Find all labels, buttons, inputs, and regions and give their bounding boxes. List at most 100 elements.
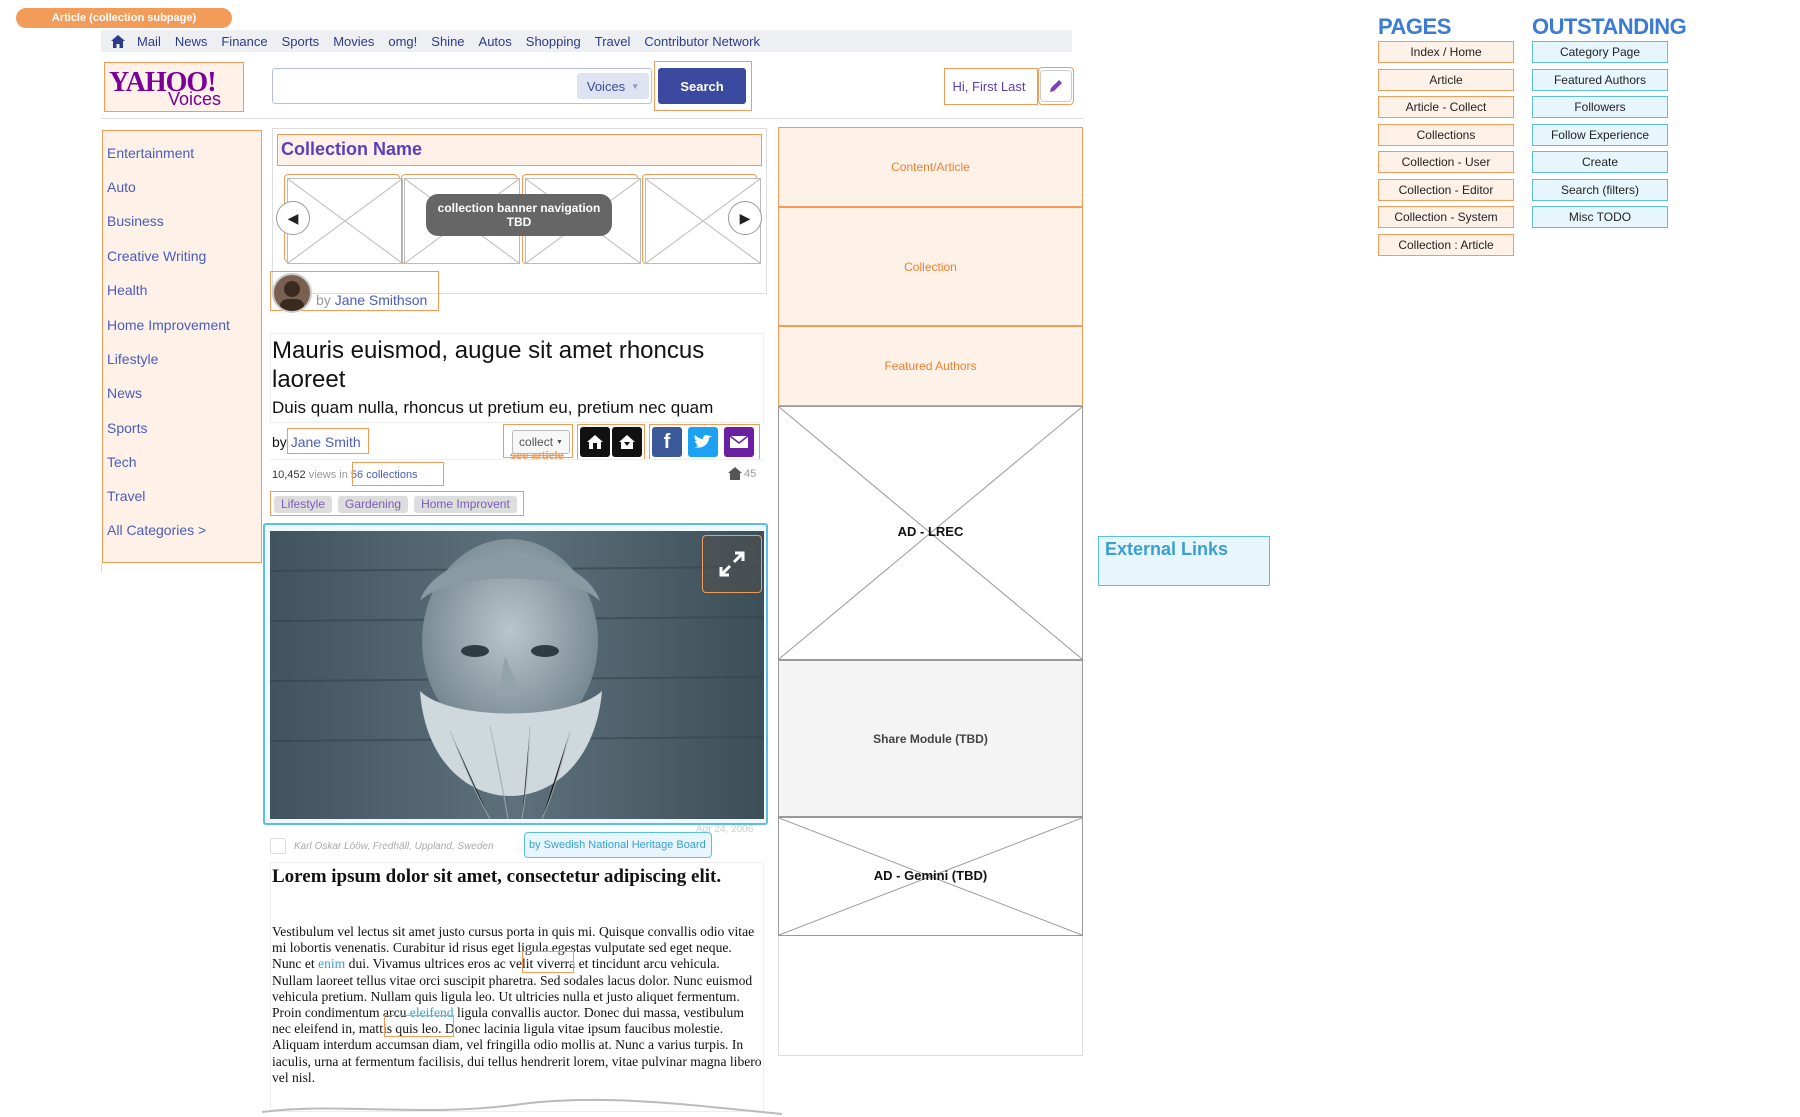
page-link-collection-system[interactable]: Collection - System [1378, 206, 1514, 228]
nav-shopping[interactable]: Shopping [526, 34, 581, 49]
twitter-icon[interactable] [688, 427, 718, 457]
expand-image-button[interactable] [702, 535, 762, 593]
house-icon[interactable] [580, 427, 610, 457]
yahoo-voices-logo[interactable]: YAHOO! Voices [104, 62, 244, 112]
user-greeting[interactable]: Hi, First Last [944, 68, 1034, 104]
page-link-collection-user[interactable]: Collection - User [1378, 151, 1514, 173]
sidebar-item-sports[interactable]: Sports [107, 420, 147, 436]
nav-autos[interactable]: Autos [479, 34, 512, 49]
external-links-box: External Links [1098, 536, 1270, 586]
outstanding-link-featured-authors[interactable]: Featured Authors [1532, 68, 1668, 91]
sidebar-item-auto[interactable]: Auto [107, 179, 136, 195]
banner-note-line2: TBD [506, 215, 532, 229]
banner-prev-button[interactable]: ◀ [276, 201, 310, 235]
collection-author: by Jane Smithson [316, 292, 427, 308]
body-heading: Lorem ipsum dolor sit amet, consectetur … [272, 866, 722, 887]
nav-contributor-network[interactable]: Contributor Network [644, 34, 760, 49]
edit-pencil-button[interactable] [1040, 70, 1072, 102]
page-link-collection-article[interactable]: Collection : Article [1378, 233, 1514, 256]
nav-shine[interactable]: Shine [431, 34, 464, 49]
pages-title: PAGES [1378, 14, 1451, 39]
collection-author-link[interactable]: Jane Smithson [335, 292, 428, 308]
ad-lrec: AD - LREC [778, 406, 1083, 660]
collection-name[interactable]: Collection Name [277, 134, 762, 166]
sidebar-item-news[interactable]: News [107, 385, 142, 401]
facebook-icon[interactable]: f [652, 427, 682, 457]
outstanding-link-category[interactable]: Category Page [1532, 41, 1668, 63]
featured-authors-module: Featured Authors [778, 326, 1083, 406]
avatar[interactable] [272, 273, 312, 313]
see-article-note: see article [510, 450, 564, 462]
collect-count-value: 45 [744, 467, 757, 480]
article-subtitle: Duis quam nulla, rhoncus ut pretium eu, … [272, 398, 714, 417]
collection-by: by [316, 292, 331, 308]
ad-gemini-label: AD - Gemini (TBD) [873, 868, 988, 883]
outstanding-link-follow-experience[interactable]: Follow Experience [1532, 123, 1668, 146]
ad-lrec-label: AD - LREC [897, 524, 964, 539]
nav-news[interactable]: News [175, 34, 208, 49]
house-download-icon[interactable] [612, 427, 642, 457]
sidebar-item-creative-writing[interactable]: Creative Writing [107, 248, 206, 264]
nav-travel[interactable]: Travel [595, 34, 631, 49]
tag-gardening[interactable]: Gardening [338, 496, 409, 513]
sidebar-item-all-categories[interactable]: All Categories > [107, 522, 206, 538]
torn-edge [262, 1098, 782, 1115]
house-icon [728, 467, 742, 480]
article-photo[interactable] [270, 531, 764, 819]
tag-list: Lifestyle Gardening Home Improvent [274, 496, 517, 513]
sidebar-item-tech[interactable]: Tech [107, 454, 137, 470]
top-nav: Mail News Finance Sports Movies omg! Shi… [101, 30, 1072, 52]
photo-credit-link[interactable]: by Swedish National Heritage Board [524, 832, 712, 858]
page-link-article-collect[interactable]: Article - Collect [1378, 96, 1514, 118]
sidebar-item-entertainment[interactable]: Entertainment [107, 145, 194, 161]
outstanding-link-followers[interactable]: Followers [1532, 96, 1668, 118]
banner-note: collection banner navigation TBD [426, 194, 612, 236]
nav-movies[interactable]: Movies [333, 34, 374, 49]
outstanding-link-create[interactable]: Create [1532, 151, 1668, 173]
content-article-module: Content/Article [778, 127, 1083, 207]
link-annotation-2 [384, 1015, 454, 1037]
view-count: 10,452 [272, 469, 306, 481]
search-scope-dropdown[interactable]: Voices ▼ [577, 73, 649, 99]
photo-caption: Karl Oskar Lööw, Fredhäll, Uppland, Swed… [270, 838, 494, 854]
outstanding-link-misc[interactable]: Misc TODO [1532, 206, 1668, 228]
search-button[interactable]: Search [658, 68, 746, 104]
page-link-collection-editor[interactable]: Collection - Editor [1378, 178, 1514, 201]
email-icon[interactable] [724, 427, 754, 457]
page-link-collections[interactable]: Collections [1378, 123, 1514, 146]
banner-next-button[interactable]: ▶ [728, 201, 762, 235]
sidebar-item-home-improvement[interactable]: Home Improvement [107, 317, 230, 333]
right-col-bottom [778, 936, 1083, 1056]
home-icon[interactable] [107, 30, 129, 52]
sidebar-item-travel[interactable]: Travel [107, 488, 145, 504]
collect-label: collect [519, 435, 554, 449]
page-link-article[interactable]: Article [1378, 68, 1514, 91]
expand-icon [719, 551, 745, 577]
page-link-index[interactable]: Index / Home [1378, 41, 1514, 63]
views-label: views in [308, 469, 348, 481]
collect-count: 45 [728, 467, 756, 480]
nav-sports[interactable]: Sports [282, 34, 320, 49]
sidebar-item-lifestyle[interactable]: Lifestyle [107, 351, 158, 367]
tag-home-improvement[interactable]: Home Improvent [414, 496, 517, 513]
inline-link[interactable]: enim [318, 956, 345, 971]
link-annotation-1 [522, 951, 574, 973]
article-by: by [272, 434, 287, 450]
chevron-down-icon: ▼ [631, 81, 640, 91]
collection-module: Collection [778, 207, 1083, 326]
body-text: Vestibulum vel lectus sit amet justo cur… [272, 924, 762, 1086]
outstanding-link-search[interactable]: Search (filters) [1532, 178, 1668, 201]
logo-sub: Voices [168, 89, 222, 109]
nav-omg[interactable]: omg! [388, 34, 417, 49]
outstanding-list: Category Page Featured Authors Followers… [1532, 41, 1668, 228]
sidebar-item-business[interactable]: Business [107, 213, 164, 229]
tag-lifestyle[interactable]: Lifestyle [274, 496, 333, 513]
sidebar-edge [101, 563, 102, 573]
nav-mail[interactable]: Mail [137, 34, 161, 49]
divider [270, 459, 764, 460]
ad-gemini: AD - Gemini (TBD) [778, 817, 1083, 936]
nav-finance[interactable]: Finance [221, 34, 267, 49]
header-divider [101, 118, 1084, 119]
banner-note-line1: collection banner navigation [437, 201, 601, 215]
sidebar-item-health[interactable]: Health [107, 282, 147, 298]
